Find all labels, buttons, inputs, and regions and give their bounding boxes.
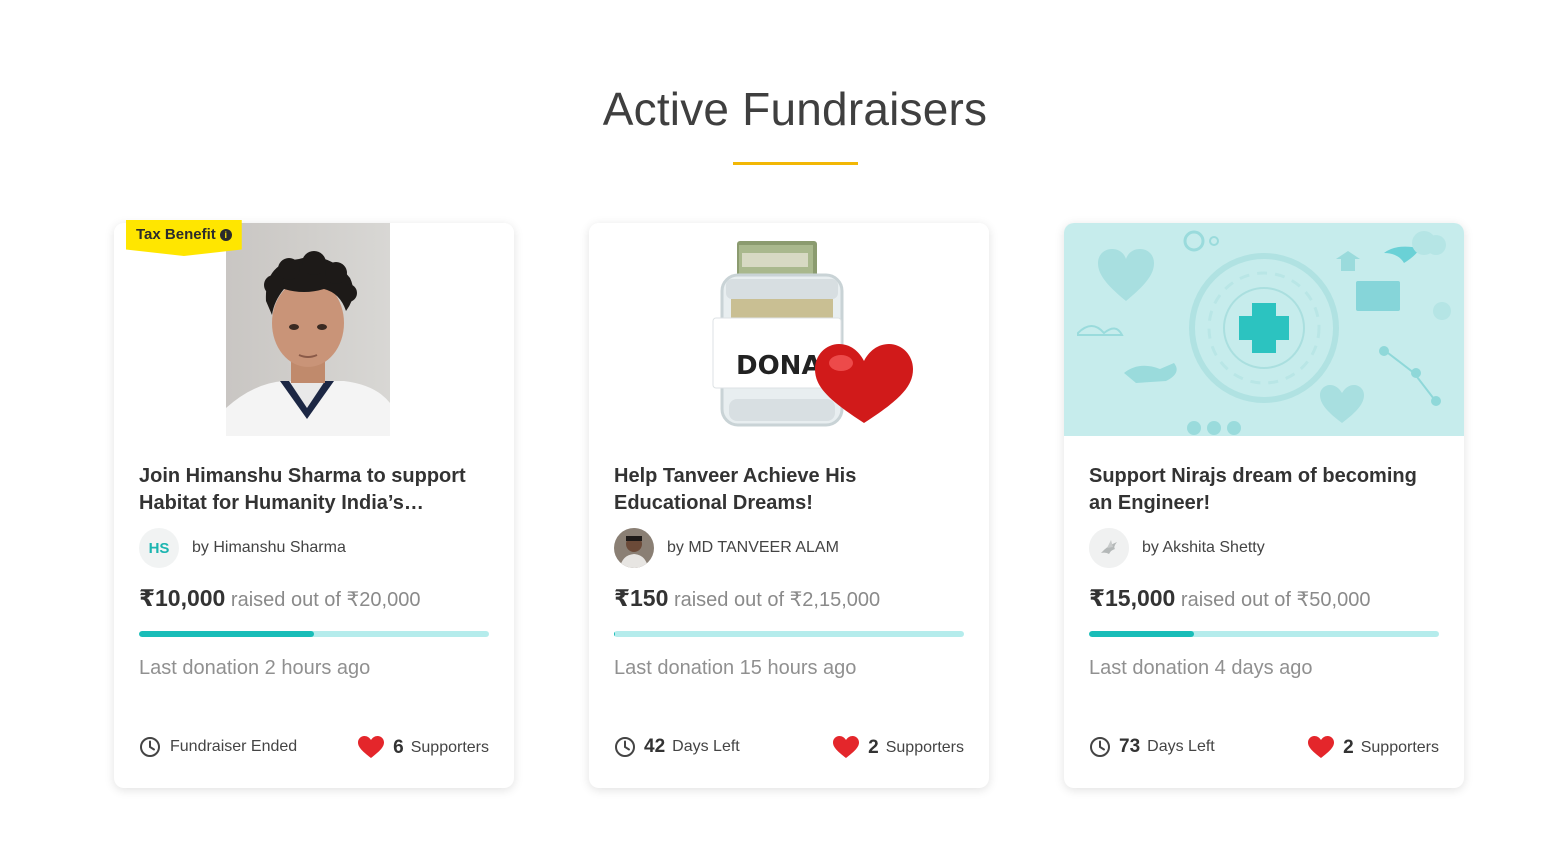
days-left-label: Days Left (672, 738, 740, 755)
heart-icon (1308, 736, 1335, 759)
author-name: by Himanshu Sharma (192, 539, 346, 556)
supporters-label: Supporters (1360, 738, 1439, 756)
fundraiser-image[interactable] (114, 223, 514, 436)
section-title: Active Fundraisers (602, 83, 988, 135)
time-status: 73 Days Left (1089, 736, 1215, 758)
time-status: 42 Days Left (614, 736, 740, 758)
supporters: 6 Supporters (358, 736, 489, 759)
raised-amount: ₹150 (614, 585, 669, 611)
tax-benefit-label: Tax Benefit (136, 226, 216, 243)
raised-summary: ₹150 raised out of ₹2,15,000 (614, 585, 880, 612)
heart-icon (358, 736, 385, 759)
bird-placeholder-icon (1089, 528, 1129, 568)
last-donation: Last donation 4 days ago (1089, 657, 1313, 679)
supporters: 2 Supporters (833, 736, 964, 759)
fundraiser-card[interactable]: Support Nirajs dream of becoming an Engi… (1064, 223, 1464, 788)
fundraiser-card[interactable]: DONATE Help Tanveer Achieve His Educatio… (589, 223, 989, 788)
goal-text: raised out of ₹2,15,000 (673, 589, 881, 611)
author-row[interactable]: by Akshita Shetty (1089, 528, 1265, 568)
progress-fill (1089, 631, 1194, 637)
last-donation: Last donation 2 hours ago (139, 657, 371, 679)
fundraiser-card[interactable]: Tax Benefit i Join Himanshu Sharma to su… (114, 220, 514, 788)
time-status: Fundraiser Ended (139, 736, 297, 758)
supporters-label: Supporters (410, 738, 489, 756)
fundraiser-title[interactable]: Support Nirajs dream of becoming an Engi… (1089, 463, 1434, 517)
days-left-count: 73 (1119, 736, 1141, 757)
progress-bar (1089, 631, 1439, 637)
clock-icon (1089, 736, 1111, 758)
author-name: by Akshita Shetty (1142, 539, 1265, 556)
photo-of-young-man (114, 223, 514, 436)
avatar: HS (139, 528, 179, 568)
supporters-label: Supporters (885, 738, 964, 756)
goal-text: raised out of ₹50,000 (1180, 589, 1371, 611)
author-row[interactable]: HS by Himanshu Sharma (139, 528, 346, 568)
fundraiser-title[interactable]: Join Himanshu Sharma to support Habitat … (139, 463, 484, 517)
title-underline (733, 162, 858, 165)
supporters-count: 6 (393, 736, 404, 758)
author-row[interactable]: by MD TANVEER ALAM (614, 528, 839, 568)
raised-amount: ₹15,000 (1089, 585, 1176, 611)
supporters: 2 Supporters (1308, 736, 1439, 759)
info-icon: i (219, 229, 232, 241)
clock-icon (139, 736, 161, 758)
days-left-label: Days Left (1147, 738, 1215, 755)
supporters-count: 2 (868, 736, 879, 758)
clock-icon (614, 736, 636, 758)
avatar (1089, 528, 1129, 568)
progress-fill (139, 631, 314, 637)
fundraiser-status: Fundraiser Ended (170, 738, 298, 755)
raised-summary: ₹15,000 raised out of ₹50,000 (1089, 585, 1370, 612)
avatar (614, 528, 654, 568)
medical-pattern-illustration (1064, 223, 1464, 436)
donate-jar-with-heart: DONATE (589, 223, 989, 436)
fundraiser-image[interactable] (1064, 223, 1464, 436)
progress-bar (614, 631, 964, 637)
progress-fill (614, 631, 616, 637)
raised-amount: ₹10,000 (139, 585, 226, 611)
days-left-count: 42 (644, 736, 666, 757)
raised-summary: ₹10,000 raised out of ₹20,000 (139, 585, 420, 612)
last-donation: Last donation 15 hours ago (614, 657, 857, 679)
heart-icon (833, 736, 860, 759)
fundraiser-title[interactable]: Help Tanveer Achieve His Educational Dre… (614, 463, 959, 517)
fundraiser-image[interactable]: DONATE (589, 223, 989, 436)
tax-benefit-badge[interactable]: Tax Benefit i (126, 220, 242, 256)
supporters-count: 2 (1343, 736, 1354, 758)
goal-text: raised out of ₹20,000 (230, 589, 421, 611)
progress-bar (139, 631, 489, 637)
author-name: by MD TANVEER ALAM (667, 539, 839, 556)
